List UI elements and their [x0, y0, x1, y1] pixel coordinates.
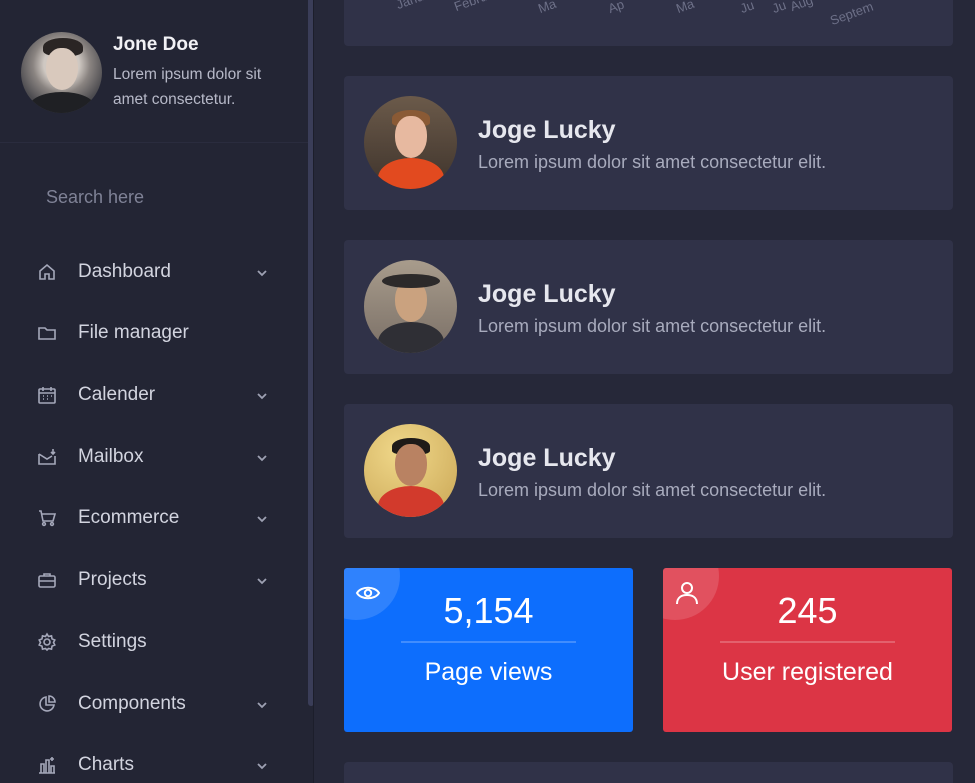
- sidebar-item-label: Dashboard: [78, 261, 171, 282]
- avatar[interactable]: [21, 32, 102, 113]
- search-input[interactable]: [30, 178, 280, 216]
- person-name: Joge Lucky: [478, 116, 616, 144]
- sidebar-item-label: Ecommerce: [78, 507, 180, 528]
- person-description: Lorem ipsum dolor sit amet consectetur e…: [478, 480, 827, 500]
- cart-icon: [36, 507, 58, 529]
- chevron-down-icon[interactable]: [256, 759, 268, 771]
- stat-card-user-registered[interactable]: 245 User registered: [663, 568, 952, 732]
- month-label: Ma: [536, 0, 559, 17]
- sidebar-item-charts[interactable]: Charts: [0, 735, 308, 783]
- sidebar-item-components[interactable]: Components: [0, 674, 308, 734]
- sidebar-item-calender[interactable]: Calender: [0, 365, 308, 425]
- chevron-down-icon[interactable]: [256, 389, 268, 401]
- sidebar-item-label: Charts: [78, 754, 134, 775]
- stat-card-page-views[interactable]: 5,154 Page views: [344, 568, 633, 732]
- stat-value: 245: [777, 590, 838, 631]
- sidebar-item-label: File manager: [78, 322, 189, 343]
- month-label: Ma: [674, 0, 697, 17]
- sidebar-item-dashboard[interactable]: Dashboard: [0, 242, 308, 302]
- main-content: Janu Febru Ma Ap Ma Ju Ju Aug Septem Jog…: [314, 0, 975, 783]
- profile-name: Jone Doe: [113, 34, 199, 55]
- chevron-down-icon[interactable]: [256, 574, 268, 586]
- person-card[interactable]: Joge Lucky Lorem ipsum dolor sit amet co…: [344, 404, 953, 538]
- sidebar-item-label: Settings: [78, 631, 147, 652]
- avatar[interactable]: [364, 260, 457, 353]
- sidebar-item-file-manager[interactable]: File manager: [0, 303, 308, 363]
- month-label: Septem: [828, 0, 876, 29]
- bar-chart-icon: [36, 754, 58, 776]
- chevron-down-icon[interactable]: [256, 512, 268, 524]
- chart-card: Janu Febru Ma Ap Ma Ju Ju Aug Septem: [344, 0, 953, 46]
- stat-label: User registered: [722, 658, 893, 686]
- person-name: Joge Lucky: [478, 280, 616, 308]
- chevron-down-icon[interactable]: [256, 266, 268, 278]
- sidebar-item-label: Mailbox: [78, 446, 144, 467]
- content-card: [344, 762, 953, 783]
- avatar[interactable]: [364, 424, 457, 517]
- calendar-icon: [36, 384, 58, 406]
- month-label: Janu: [394, 0, 426, 13]
- gear-icon: [36, 631, 58, 653]
- briefcase-icon: [36, 569, 58, 591]
- sidebar-item-label: Components: [78, 693, 186, 714]
- chevron-down-icon[interactable]: [256, 451, 268, 463]
- month-label: Ju: [770, 0, 789, 17]
- person-card[interactable]: Joge Lucky Lorem ipsum dolor sit amet co…: [344, 240, 953, 374]
- month-label: Ju: [738, 0, 757, 17]
- month-label: Aug: [788, 0, 815, 15]
- sidebar-item-label: Projects: [78, 569, 147, 590]
- sidebar-item-label: Calender: [78, 384, 156, 405]
- person-card[interactable]: Joge Lucky Lorem ipsum dolor sit amet co…: [344, 76, 953, 210]
- avatar[interactable]: [364, 96, 457, 189]
- divider: [720, 641, 895, 643]
- sidebar-item-ecommerce[interactable]: Ecommerce: [0, 488, 308, 548]
- sidebar-item-mailbox[interactable]: Mailbox: [0, 427, 308, 487]
- sidebar-item-projects[interactable]: Projects: [0, 550, 308, 610]
- stat-value: 5,154: [443, 590, 534, 631]
- sidebar-item-settings[interactable]: Settings: [0, 612, 308, 672]
- mailbox-icon: [36, 446, 58, 468]
- month-label: Febru: [452, 0, 490, 15]
- profile-description: Lorem ipsum dolor sit amet consectetur.: [113, 66, 262, 108]
- stat-label: Page views: [424, 658, 553, 686]
- home-icon: [36, 261, 58, 283]
- person-name: Joge Lucky: [478, 444, 616, 472]
- divider: [401, 641, 576, 643]
- pie-icon: [36, 693, 58, 715]
- sidebar: Jone Doe Lorem ipsum dolor sit amet cons…: [0, 0, 314, 783]
- folder-icon: [36, 322, 58, 344]
- person-description: Lorem ipsum dolor sit amet consectetur e…: [478, 316, 827, 336]
- profile-header: Jone Doe Lorem ipsum dolor sit amet cons…: [0, 0, 308, 143]
- person-description: Lorem ipsum dolor sit amet consectetur e…: [478, 152, 827, 172]
- chevron-down-icon[interactable]: [256, 698, 268, 710]
- month-label: Ap: [606, 0, 627, 17]
